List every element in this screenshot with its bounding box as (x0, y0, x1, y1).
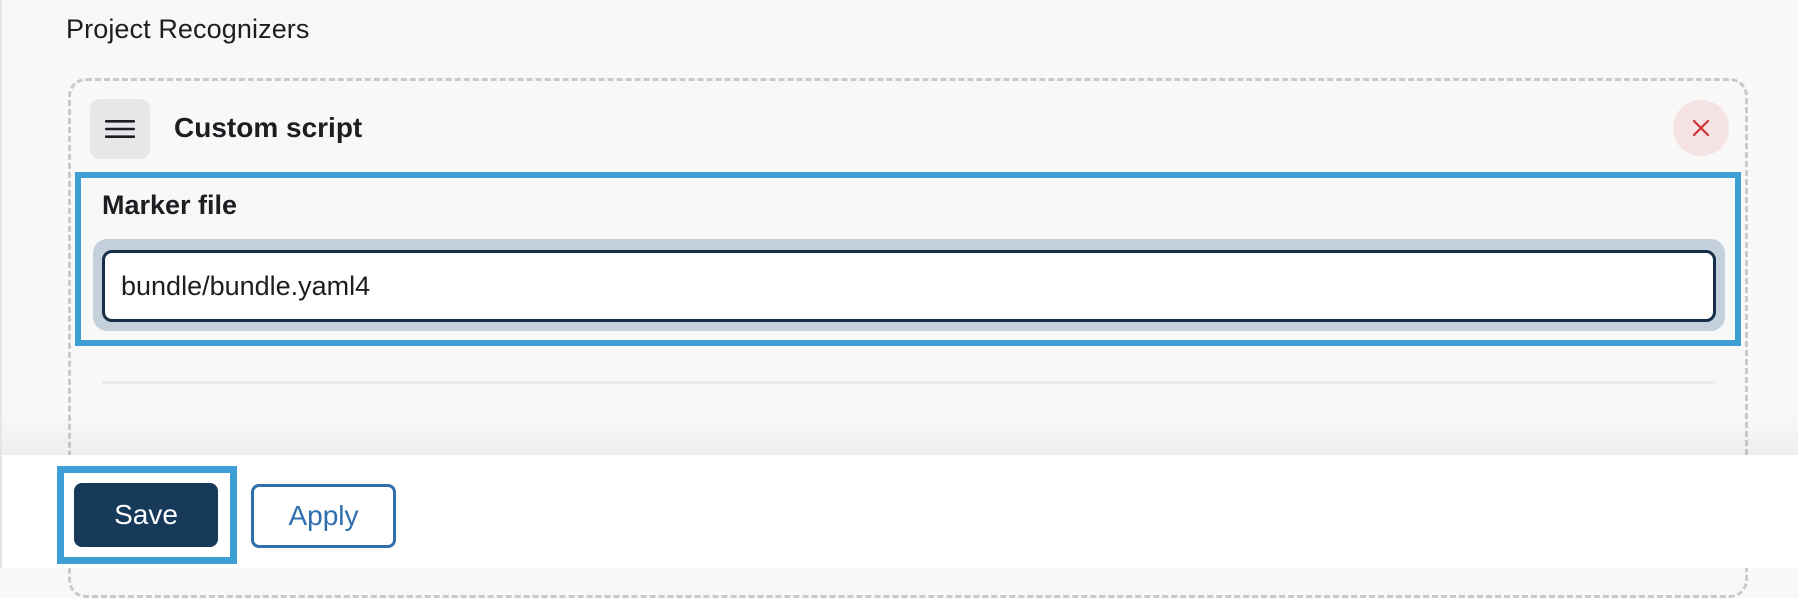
marker-file-input[interactable] (102, 250, 1716, 322)
section-title: Project Recognizers (66, 14, 310, 44)
divider (102, 381, 1716, 384)
recognizer-title: Custom script (174, 112, 363, 143)
save-button[interactable]: Save (74, 483, 218, 547)
bottom-bar-shadow (2, 415, 1798, 455)
drag-handle[interactable] (90, 99, 150, 159)
apply-button[interactable]: Apply (251, 484, 396, 548)
hamburger-menu-icon (105, 120, 135, 138)
marker-file-label: Marker file (102, 190, 238, 220)
close-x-icon (1692, 119, 1710, 137)
remove-recognizer-button[interactable] (1673, 100, 1729, 156)
